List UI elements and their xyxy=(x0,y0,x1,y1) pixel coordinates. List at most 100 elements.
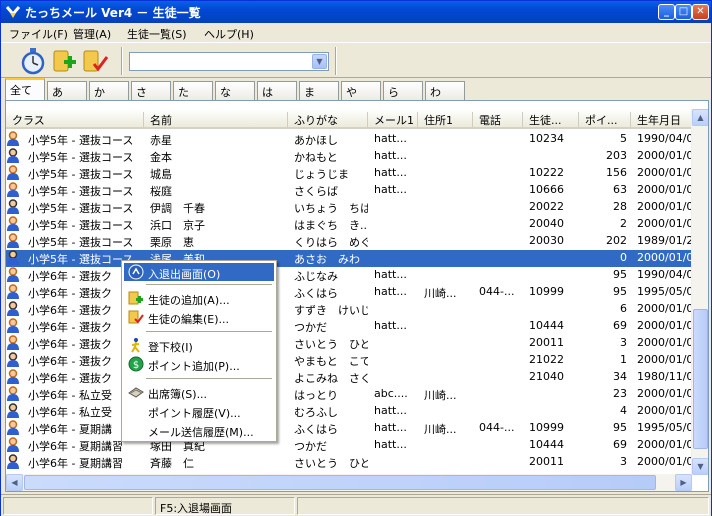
tab-ha[interactable]: は xyxy=(257,81,297,100)
menu-item-mail-history[interactable]: メール送信履歴(M)... xyxy=(124,421,274,439)
cell-address: 川崎... xyxy=(424,287,457,300)
tab-wa[interactable]: わ xyxy=(425,81,465,100)
table-row[interactable]: 小学6年 - 選抜ク ふじなみ hatt... 95 1990/04/0 xyxy=(6,267,693,284)
table-row[interactable]: 小学5年 - 選抜コース 栗原 恵 くりはら めぐみ 20030 202 1989/01/… xyxy=(6,233,693,250)
menu-manage[interactable]: 管理(A) xyxy=(73,26,111,42)
cell-kana: やまもと こてつ xyxy=(294,355,368,368)
scroll-up-button[interactable]: ▲ xyxy=(692,109,708,126)
tab-ka[interactable]: か xyxy=(89,81,129,100)
tab-sa[interactable]: さ xyxy=(131,81,171,100)
close-button[interactable]: ✕ xyxy=(692,4,709,20)
column-header-phone[interactable]: 電話 xyxy=(473,112,523,127)
enter-exit-icon xyxy=(128,264,144,280)
edit-student-icon[interactable] xyxy=(81,47,109,75)
cell-points: 202 xyxy=(606,234,627,247)
cell-class: 小学5年 - 選抜コース xyxy=(28,168,134,181)
cell-birthdate: 2000/01/0 xyxy=(637,319,693,332)
title-bar[interactable]: たっちメール Ver4 － 生徒一覧 _ □ ✕ xyxy=(1,1,711,23)
table-row[interactable]: 小学5年 - 選抜コース 伊調 千春 いちょう ちはる 20022 28 2000/01/… xyxy=(6,199,693,216)
tab-ta[interactable]: た xyxy=(173,81,213,100)
table-row[interactable]: 小学6年 - 夏期講習 塚田 真紀 つかだ hatt... 10444 69 2000/01… xyxy=(6,437,693,454)
toolbar: ▼ xyxy=(1,42,711,78)
cell-mail: hatt... xyxy=(374,404,407,417)
column-header-kana[interactable]: ふりがな xyxy=(288,112,368,127)
cell-points: 69 xyxy=(613,438,627,451)
tab-a[interactable]: あ xyxy=(47,81,87,100)
menu-item-attendance[interactable]: 出席簿(S)... xyxy=(124,383,274,401)
menu-student-list[interactable]: 生徒一覧(S) xyxy=(127,26,187,42)
table-row[interactable]: 小学6年 - 夏期講習 斉藤 仁 さいとう ひとし 20011 3 2000/01/0 xyxy=(6,454,693,471)
table-row[interactable]: 小学5年 - 選抜コース 金本 かねもと hatt... 203 2000/01/0 xyxy=(6,148,693,165)
cell-phone: 044-... xyxy=(479,421,515,434)
menu-item-commute[interactable]: 登下校(I) xyxy=(124,336,274,354)
table-row[interactable]: 小学6年 - 選抜ク すずき けいじ 6 2000/01/0 xyxy=(6,301,693,318)
cell-kana: かねもと xyxy=(294,151,338,164)
table-row[interactable]: 小学6年 - 選抜ク ふくはら hatt... 川崎... 044-... 10999 95… xyxy=(6,284,693,301)
column-header-class[interactable]: クラス xyxy=(6,112,144,127)
vertical-scrollbar[interactable]: ▲ ▼ xyxy=(691,109,708,475)
student-list[interactable]: クラス 名前 ふりがな メール1 住所1 電話 生徒... ポイ... 生年月日… xyxy=(5,100,709,492)
table-row[interactable]: 小学5年 - 選抜コース浅尾 美和あさお みわ02000/01/0 xyxy=(6,250,693,267)
table-row[interactable]: 小学6年 - 私立受 はっとり abc.... 川崎... 23 2000/01/0 xyxy=(6,386,693,403)
menu-separator xyxy=(146,331,272,332)
student-icon xyxy=(7,403,19,418)
cell-class: 小学5年 - 選抜コース xyxy=(28,185,134,198)
column-header-address[interactable]: 住所1 xyxy=(418,112,473,127)
scroll-right-button[interactable]: ▶ xyxy=(675,474,692,491)
add-student-icon[interactable] xyxy=(51,47,79,75)
cell-name: 浜口 京子 xyxy=(150,219,205,232)
menu-file[interactable]: ファイル(F) xyxy=(9,26,68,42)
column-header-name[interactable]: 名前 xyxy=(144,112,288,127)
column-header-mail[interactable]: メール1 xyxy=(368,112,418,127)
menu-item-add-point[interactable]: $ ポイント追加(P)... xyxy=(124,355,274,373)
cell-class: 小学5年 - 選抜コース xyxy=(28,134,134,147)
table-row[interactable]: 小学6年 - 選抜クよこみね さくら21040341980/11/0 xyxy=(6,369,693,386)
scroll-left-button[interactable]: ◀ xyxy=(6,474,23,491)
horizontal-scroll-thumb[interactable] xyxy=(24,475,656,490)
table-row[interactable]: 小学6年 - 選抜クさいとう ひとし2001132000/01/0 xyxy=(6,335,693,352)
cell-kana: あさお みわ xyxy=(294,253,360,266)
cell-kana: ふくはら xyxy=(294,423,338,436)
table-row[interactable]: 小学6年 - 選抜ク つかだ hatt... 10444 69 2000/01/0 xyxy=(6,318,693,335)
stopwatch-icon[interactable] xyxy=(19,47,47,75)
cell-points: 4 xyxy=(620,404,627,417)
table-row[interactable]: 小学5年 - 選抜コース 浜口 京子 はまぐち き... 20040 2 2000/01/… xyxy=(6,216,693,233)
column-header-student-id[interactable]: 生徒... xyxy=(523,112,579,127)
menu-help[interactable]: ヘルプ(H) xyxy=(204,26,254,42)
table-row[interactable]: 小学5年 - 選抜コース 城島 じょうじま hatt... 10222 156 2000/0… xyxy=(6,165,693,182)
table-row[interactable]: 小学6年 - 選抜クやまもと こてつ2102212000/01/0 xyxy=(6,352,693,369)
table-row[interactable]: 小学6年 - 私立受 むろふし hatt... 4 2000/01/0 xyxy=(6,403,693,420)
table-row[interactable]: 小学5年 - 選抜コース 桜庭 さくらば hatt... 10666 63 2000/01/… xyxy=(6,182,693,199)
cell-kana: ふじなみ xyxy=(294,270,338,283)
tab-ra[interactable]: ら xyxy=(383,81,423,100)
maximize-button[interactable]: □ xyxy=(675,4,692,20)
tab-ya[interactable]: や xyxy=(341,81,381,100)
app-icon xyxy=(5,6,21,18)
menu-item-label: ポイント追加(P)... xyxy=(148,360,240,373)
horizontal-scrollbar[interactable]: ◀ ▶ xyxy=(6,474,692,491)
tab-all[interactable]: 全て xyxy=(5,78,45,100)
cell-student-id: 20011 xyxy=(529,336,564,349)
svg-text:$: $ xyxy=(133,360,139,371)
cell-name: 城島 xyxy=(150,168,172,181)
walking-person-icon xyxy=(131,338,140,353)
cell-student-id: 10999 xyxy=(529,285,564,298)
chevron-down-icon[interactable]: ▼ xyxy=(312,54,327,69)
cell-kana: むろふし xyxy=(294,406,338,419)
menu-item-point-history[interactable]: ポイント履歴(V)... xyxy=(124,402,274,420)
menu-item-edit-student[interactable]: 生徒の編集(E)... xyxy=(124,308,274,326)
table-row[interactable]: 小学6年 - 夏期講 ふくはら hatt... 川崎... 044-... 10999 95… xyxy=(6,420,693,437)
column-header-points[interactable]: ポイ... xyxy=(579,112,631,127)
menu-item-add-student[interactable]: 生徒の追加(A)... xyxy=(124,289,274,307)
tab-ma[interactable]: ま xyxy=(299,81,339,100)
cell-kana: はまぐち き... xyxy=(294,219,368,232)
scroll-down-button[interactable]: ▼ xyxy=(692,458,708,475)
cell-points: 34 xyxy=(613,370,627,383)
menu-item-enter-exit[interactable]: 入退出画面(O) xyxy=(124,263,274,281)
filter-combo[interactable]: ▼ xyxy=(129,52,329,71)
cell-mail: hatt... xyxy=(374,285,407,298)
tab-na[interactable]: な xyxy=(215,81,255,100)
minimize-button[interactable]: _ xyxy=(658,4,675,20)
vertical-scroll-thumb[interactable] xyxy=(693,309,708,449)
table-row[interactable]: 小学5年 - 選抜コース 赤星 あかほし hatt... 10234 5 1990/04/0 xyxy=(6,131,693,148)
